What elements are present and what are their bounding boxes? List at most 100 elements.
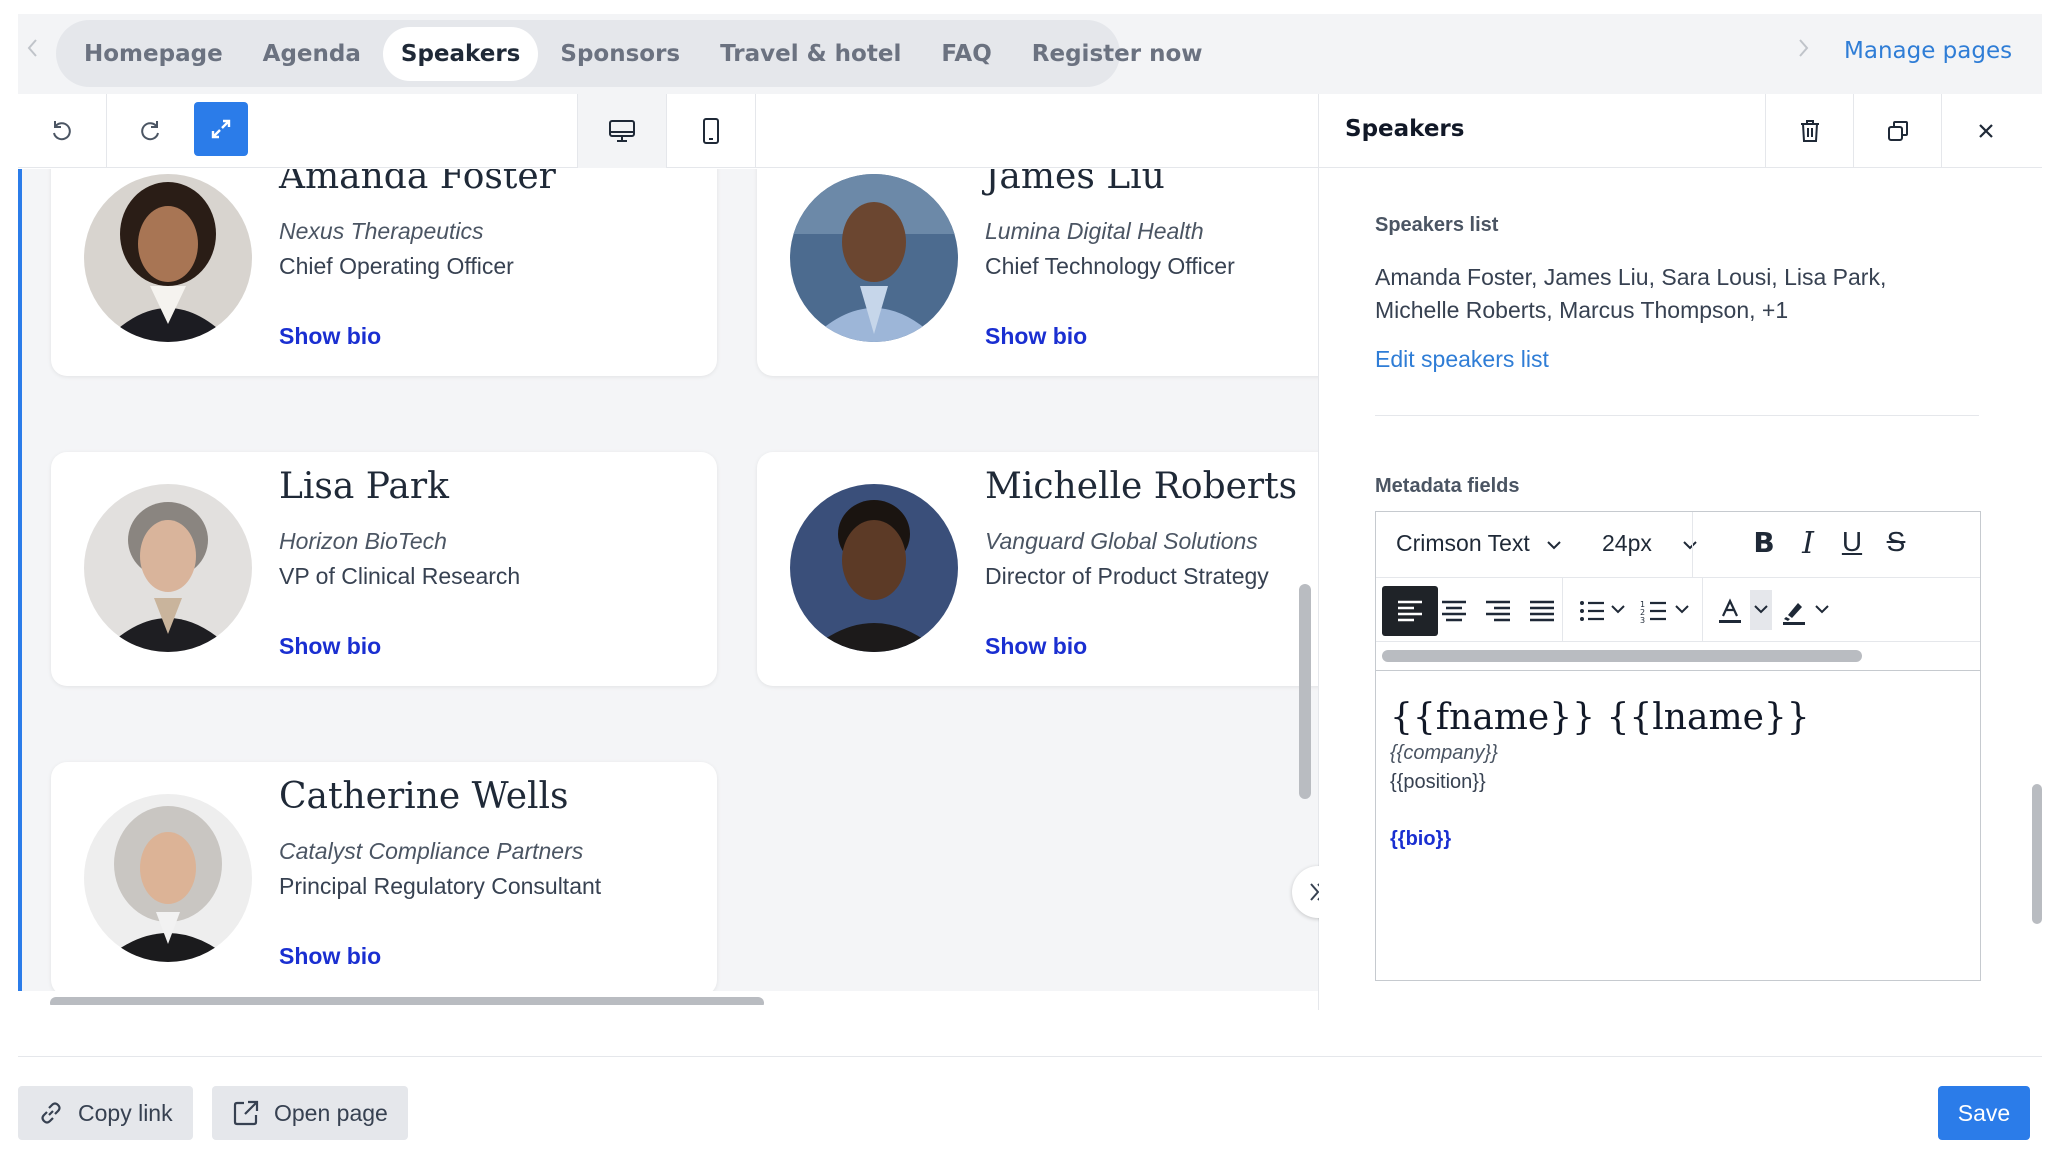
editor-toolbar	[18, 94, 1318, 168]
bold-button[interactable]: B	[1744, 526, 1784, 566]
speaker-name: Michelle Roberts	[985, 466, 1298, 507]
open-page-button[interactable]: Open page	[212, 1086, 408, 1140]
manage-pages-link[interactable]: Manage pages	[1844, 38, 2012, 64]
highlight-chevron-down-icon[interactable]	[1814, 598, 1830, 619]
tab-agenda[interactable]: Agenda	[245, 27, 379, 81]
open-page-label: Open page	[274, 1099, 388, 1126]
redo-button[interactable]	[106, 94, 194, 168]
tab-faq[interactable]: FAQ	[923, 27, 1009, 81]
speaker-card[interactable]: Lisa Park Horizon BioTech VP of Clinical…	[51, 452, 717, 686]
speaker-photo-amanda	[84, 174, 252, 342]
save-button[interactable]: Save	[1938, 1086, 2030, 1140]
close-icon	[1978, 124, 1993, 138]
page-editor: Homepage Agenda Speakers Sponsors Travel…	[18, 14, 2042, 1144]
speakers-list-label: Speakers list	[1375, 214, 1499, 236]
page-tabs-bar: Homepage Agenda Speakers Sponsors Travel…	[18, 14, 2042, 94]
editor-toolbar-scrollbar[interactable]	[1382, 650, 1862, 662]
highlighter-icon	[1783, 603, 1805, 625]
panel-vertical-scrollbar[interactable]	[2032, 784, 2042, 924]
align-center-icon	[1442, 600, 1466, 622]
external-link-icon	[233, 1100, 259, 1126]
mobile-icon	[703, 118, 719, 144]
speaker-name: Amanda Foster	[279, 169, 556, 197]
desktop-view-button[interactable]	[578, 94, 666, 168]
undo-button[interactable]	[18, 94, 106, 168]
canvas-horizontal-scrollbar[interactable]	[50, 997, 764, 1005]
numbered-list-chevron-down-icon[interactable]	[1674, 598, 1690, 619]
show-bio-link[interactable]: Show bio	[279, 323, 381, 350]
font-family-value: Crimson Text	[1396, 530, 1530, 556]
scroll-right-chevron-icon[interactable]	[1796, 36, 1810, 66]
edit-speakers-list-link[interactable]: Edit speakers list	[1375, 346, 1549, 373]
tab-travel-hotel[interactable]: Travel & hotel	[702, 27, 919, 81]
delete-section-button[interactable]	[1765, 94, 1853, 168]
speaker-company: Vanguard Global Solutions	[985, 528, 1258, 554]
expand-icon	[211, 119, 231, 139]
speakers-summary: Amanda Foster, James Liu, Sara Lousi, Li…	[1375, 264, 1887, 323]
text-color-icon	[1719, 598, 1741, 623]
metadata-fields-label: Metadata fields	[1375, 475, 1520, 497]
editor-content[interactable]: {{fname}} {{lname}} {{company}} {{positi…	[1376, 670, 1980, 980]
speaker-position: Chief Technology Officer	[985, 253, 1235, 279]
speaker-name: James Liu	[985, 169, 1165, 197]
duplicate-section-button[interactable]	[1853, 94, 1941, 168]
scroll-left-chevron-icon[interactable]	[26, 36, 50, 60]
speaker-photo-lisa	[84, 484, 252, 652]
selected-section-indicator	[18, 169, 22, 991]
underline-button[interactable]: U	[1832, 526, 1872, 566]
speaker-photo-james	[790, 174, 958, 342]
show-bio-link[interactable]: Show bio	[985, 323, 1087, 350]
speaker-photo-catherine	[84, 794, 252, 962]
font-size-value: 24px	[1602, 530, 1652, 556]
speaker-name: Catherine Wells	[279, 776, 569, 817]
speaker-position: VP of Clinical Research	[279, 563, 521, 589]
show-bio-link[interactable]: Show bio	[985, 633, 1087, 660]
speaker-card[interactable]: James Liu Lumina Digital Health Chief Te…	[757, 169, 1318, 376]
close-panel-button[interactable]	[1941, 94, 2029, 168]
font-family-select[interactable]: Crimson Text	[1396, 530, 1562, 557]
font-size-select[interactable]: 24px	[1602, 530, 1698, 557]
show-bio-link[interactable]: Show bio	[279, 943, 381, 970]
desktop-icon	[609, 120, 635, 142]
tab-homepage[interactable]: Homepage	[66, 27, 241, 81]
expand-button[interactable]	[194, 102, 248, 156]
bullet-list-chevron-down-icon[interactable]	[1610, 598, 1626, 619]
bullet-list-icon	[1580, 601, 1604, 621]
tab-speakers[interactable]: Speakers	[382, 26, 539, 81]
redo-icon	[141, 121, 159, 141]
mobile-view-button[interactable]	[667, 94, 755, 168]
speaker-card[interactable]: Michelle Roberts Vanguard Global Solutio…	[757, 452, 1318, 686]
editor-toolbar-row-1: Crimson Text 24px B I U S	[1376, 512, 1980, 578]
canvas-horizontal-scroll-track	[18, 991, 1318, 1005]
tab-register-now[interactable]: Register now	[1014, 27, 1221, 81]
tab-sponsors[interactable]: Sponsors	[542, 27, 698, 81]
section-settings-panel: Speakers list Amanda Foster, James Liu, …	[1319, 169, 2042, 1005]
footer-divider	[18, 1056, 2042, 1057]
canvas-vertical-scrollbar[interactable]	[1299, 584, 1311, 799]
copy-link-button[interactable]: Copy link	[18, 1086, 193, 1140]
align-left-icon	[1398, 600, 1422, 622]
speaker-position: Principal Regulatory Consultant	[279, 873, 602, 899]
panel-title: Speakers	[1345, 116, 1465, 142]
chevron-down-icon	[1683, 541, 1697, 550]
speaker-card[interactable]: Catherine Wells Catalyst Compliance Part…	[51, 762, 717, 996]
chevron-down-icon	[1547, 541, 1561, 550]
strikethrough-button[interactable]: S	[1876, 526, 1916, 566]
speaker-company: Catalyst Compliance Partners	[279, 838, 584, 864]
numbered-list-icon: 123	[1640, 600, 1666, 623]
editor-toolbar-row-2: 123	[1376, 578, 1980, 642]
speaker-card[interactable]: Amanda Foster Nexus Therapeutics Chief O…	[51, 169, 717, 376]
speaker-photo-michelle	[790, 484, 958, 652]
speaker-name: Lisa Park	[279, 466, 449, 507]
copy-link-label: Copy link	[78, 1099, 173, 1126]
speaker-position: Director of Product Strategy	[985, 563, 1269, 589]
italic-button[interactable]: I	[1788, 526, 1828, 566]
show-bio-link[interactable]: Show bio	[279, 633, 381, 660]
speaker-company: Lumina Digital Health	[985, 218, 1204, 244]
align-justify-icon	[1530, 600, 1554, 622]
speaker-company: Horizon BioTech	[279, 528, 447, 554]
undo-icon	[53, 121, 71, 141]
template-name-line: {{fname}} {{lname}}	[1390, 697, 1810, 738]
speaker-position: Chief Operating Officer	[279, 253, 514, 279]
section-divider	[1375, 415, 1979, 416]
